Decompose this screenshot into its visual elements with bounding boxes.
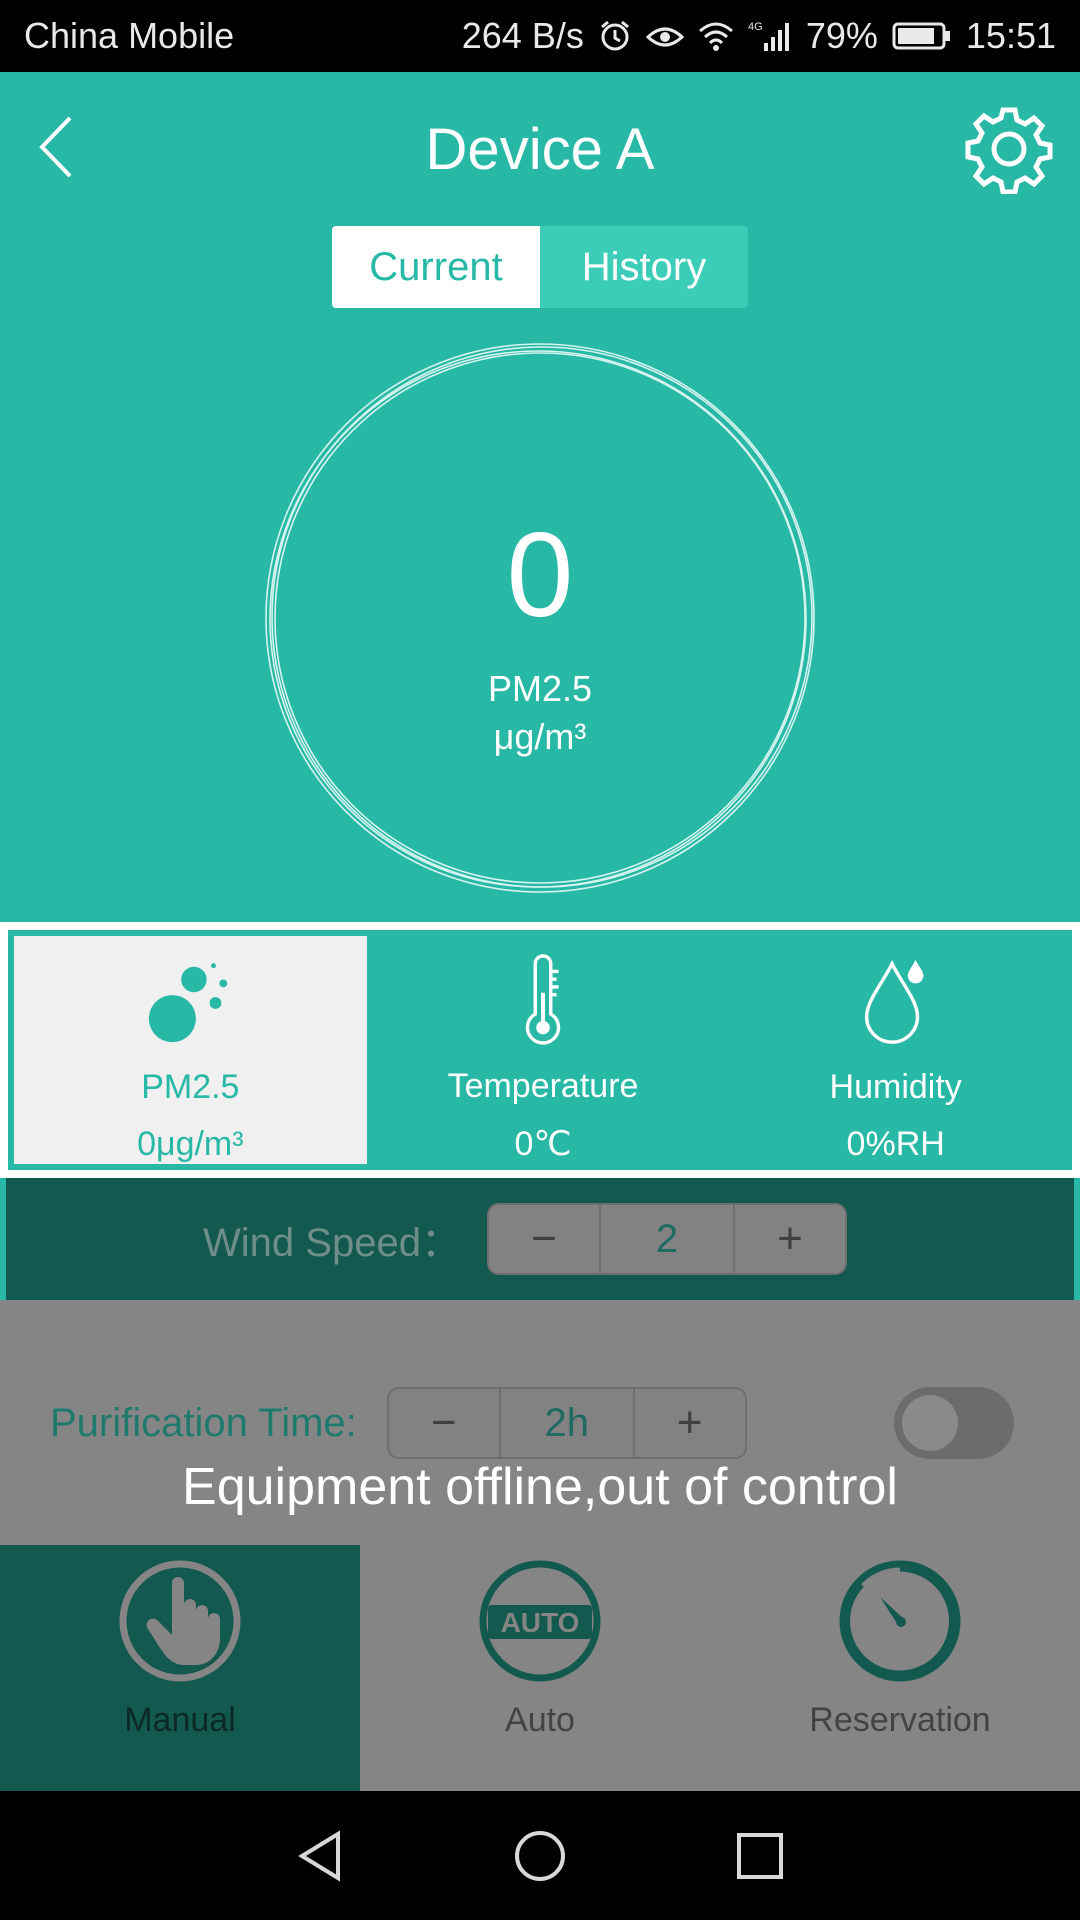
sensor-value: 0μg/m³ bbox=[137, 1125, 244, 1163]
wifi-icon bbox=[698, 21, 734, 51]
battery-icon bbox=[892, 21, 952, 51]
sensor-name: PM2.5 bbox=[141, 1068, 240, 1106]
nav-back-icon[interactable] bbox=[290, 1826, 350, 1886]
carrier-label: China Mobile bbox=[24, 15, 235, 56]
sensor-name: Temperature bbox=[447, 1067, 639, 1105]
timer-icon bbox=[839, 1560, 961, 1682]
gear-icon bbox=[965, 107, 1053, 195]
eye-icon bbox=[645, 21, 684, 51]
water-drop-icon bbox=[864, 959, 924, 1044]
status-bar: China Mobile 264 B/s 4G 79% 15:51 bbox=[0, 0, 1080, 72]
purification-time-decrease-button[interactable]: − bbox=[389, 1389, 499, 1457]
battery-percent: 79% bbox=[805, 15, 878, 56]
purification-time-row: Purification Time: − 2h + bbox=[50, 1387, 747, 1459]
mode-bar: Manual AUTO Auto Reservation bbox=[0, 1545, 1080, 1791]
view-tabs: Current History bbox=[332, 226, 748, 308]
device-screen: China Mobile 264 B/s 4G 79% 15:51 Device… bbox=[0, 0, 1080, 1920]
sensor-value: 0℃ bbox=[514, 1125, 572, 1163]
sensor-strip: PM2.5 0μg/m³ Temperature 0℃ Humidity 0%R… bbox=[0, 922, 1080, 1178]
network-type-label: 4G bbox=[748, 21, 763, 33]
wind-speed-stepper: − 2 + bbox=[486, 1203, 847, 1275]
wind-speed-decrease-button[interactable]: − bbox=[489, 1205, 599, 1273]
auto-badge: AUTO bbox=[501, 1607, 580, 1638]
mode-label: Manual bbox=[124, 1701, 236, 1739]
tab-history[interactable]: History bbox=[540, 226, 748, 308]
purification-time-value: 2h bbox=[498, 1389, 635, 1457]
pm25-value: 0 bbox=[506, 508, 574, 642]
sensor-temperature[interactable]: Temperature 0℃ bbox=[367, 936, 720, 1164]
offline-message: Equipment offline,out of control bbox=[182, 1458, 898, 1516]
header: Device A bbox=[0, 72, 1080, 222]
wind-speed-label: Wind Speed： bbox=[203, 1221, 461, 1265]
navigation-bar bbox=[0, 1791, 1080, 1920]
net-speed: 264 B/s bbox=[461, 15, 584, 56]
page-title: Device A bbox=[425, 117, 655, 182]
wind-speed-row: Wind Speed： − 2 + bbox=[6, 1178, 1074, 1300]
pm25-label: PM2.5 bbox=[487, 668, 593, 709]
purification-time-label: Purification Time: bbox=[50, 1400, 357, 1445]
hand-icon bbox=[119, 1560, 241, 1682]
tab-current[interactable]: Current bbox=[332, 226, 540, 308]
settings-button[interactable] bbox=[964, 104, 1054, 195]
mode-label: Auto bbox=[505, 1701, 575, 1739]
mode-manual[interactable]: Manual bbox=[0, 1545, 360, 1791]
wind-speed-value: 2 bbox=[598, 1205, 735, 1273]
pm25-unit: μg/m³ bbox=[493, 716, 587, 757]
thermometer-icon bbox=[525, 954, 561, 1045]
clock: 15:51 bbox=[965, 15, 1056, 56]
sensor-humidity[interactable]: Humidity 0%RH bbox=[719, 936, 1072, 1164]
wind-speed-increase-button[interactable]: + bbox=[735, 1205, 845, 1273]
sensor-value: 0%RH bbox=[846, 1125, 945, 1163]
mode-label: Reservation bbox=[809, 1701, 991, 1739]
sensor-pm25[interactable]: PM2.5 0μg/m³ bbox=[14, 936, 367, 1164]
mode-auto[interactable]: AUTO Auto bbox=[360, 1545, 720, 1791]
mode-reservation[interactable]: Reservation bbox=[720, 1545, 1080, 1791]
nav-recents-icon[interactable] bbox=[730, 1826, 790, 1886]
nav-home-icon[interactable] bbox=[510, 1826, 570, 1886]
particles-icon bbox=[149, 963, 228, 1043]
auto-icon: AUTO bbox=[479, 1560, 601, 1682]
sensor-name: Humidity bbox=[829, 1068, 962, 1106]
toggle-knob bbox=[902, 1395, 958, 1451]
purification-toggle[interactable] bbox=[894, 1387, 1014, 1459]
purification-time-increase-button[interactable]: + bbox=[635, 1389, 745, 1457]
purification-time-stepper: − 2h + bbox=[386, 1387, 747, 1459]
signal-icon: 4G bbox=[748, 19, 792, 53]
alarm-icon bbox=[598, 19, 632, 53]
